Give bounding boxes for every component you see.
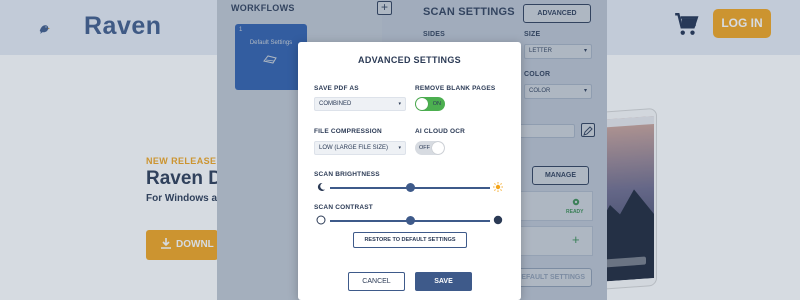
- file-compression-select[interactable]: LOW (LARGE FILE SIZE) ▾: [314, 141, 406, 155]
- modal-title: ADVANCED SETTINGS: [358, 55, 461, 65]
- toggle-knob: [416, 98, 428, 110]
- advanced-settings-modal: ADVANCED SETTINGS SAVE PDF AS COMBINED ▾…: [298, 42, 521, 300]
- remove-blank-pages-toggle[interactable]: ON: [415, 97, 445, 111]
- scan-brightness-label: SCAN BRIGHTNESS: [314, 171, 380, 178]
- circle-filled-icon: [493, 215, 503, 225]
- circle-outline-icon: [316, 215, 326, 225]
- save-pdf-as-value: COMBINED: [319, 101, 352, 107]
- remove-blank-pages-label: REMOVE BLANK PAGES: [415, 85, 496, 92]
- scan-contrast-label: SCAN CONTRAST: [314, 204, 373, 211]
- toggle-state: ON: [432, 101, 441, 107]
- restore-defaults-button[interactable]: RESTORE TO DEFAULT SETTINGS: [353, 232, 467, 248]
- moon-icon: [317, 182, 325, 191]
- save-pdf-as-select[interactable]: COMBINED ▾: [314, 97, 406, 111]
- toggle-state: OFF: [419, 145, 430, 151]
- toggle-knob: [432, 142, 444, 154]
- ai-cloud-ocr-toggle[interactable]: OFF: [415, 141, 445, 155]
- file-compression-value: LOW (LARGE FILE SIZE): [319, 145, 389, 151]
- save-pdf-as-label: SAVE PDF AS: [314, 85, 359, 92]
- chevron-down-icon: ▾: [398, 145, 401, 151]
- cancel-button[interactable]: CANCEL: [348, 272, 405, 291]
- ai-cloud-ocr-label: AI CLOUD OCR: [415, 128, 466, 135]
- scan-brightness-handle[interactable]: [405, 183, 415, 192]
- scan-contrast-handle[interactable]: [405, 216, 415, 225]
- file-compression-label: FILE COMPRESSION: [314, 128, 382, 135]
- save-button[interactable]: SAVE: [415, 272, 472, 291]
- sun-icon: [493, 182, 503, 192]
- chevron-down-icon: ▾: [398, 101, 401, 107]
